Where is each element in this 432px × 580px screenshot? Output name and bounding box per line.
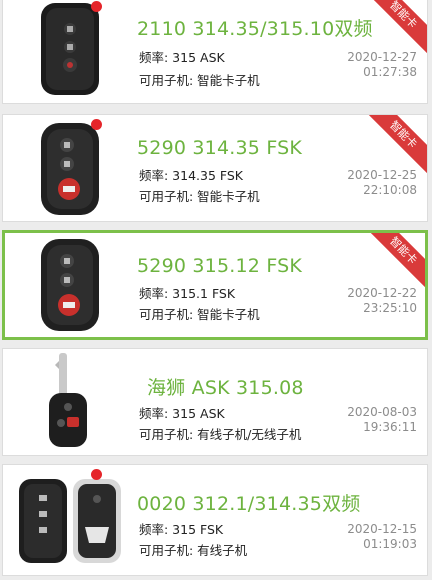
item-time: 19:36:11 xyxy=(363,420,417,434)
item-time: 22:10:08 xyxy=(363,183,417,197)
key-card-4[interactable]: 海狮 ASK 315.08 频率: 315 ASK 可用子机: 有线子机/无线子… xyxy=(2,348,428,456)
item-date: 2020-12-22 xyxy=(347,286,417,300)
compatible-remote-text: 可用子机: 有线子机 xyxy=(139,543,248,558)
key-card-1[interactable]: 2110 314.35/315.10双频 频率: 315 ASK 可用子机: 智… xyxy=(2,0,428,104)
compatible-remote-text: 可用子机: 智能卡子机 xyxy=(139,189,260,204)
frequency-text: 频率: 315 ASK xyxy=(139,50,225,65)
item-time: 23:25:10 xyxy=(363,301,417,315)
key-image xyxy=(17,237,123,333)
item-time: 01:27:38 xyxy=(363,65,417,79)
status-dot xyxy=(91,119,102,130)
key-image xyxy=(17,353,123,449)
item-date: 2020-12-15 xyxy=(347,522,417,536)
item-date: 2020-12-25 xyxy=(347,168,417,182)
key-card-5[interactable]: 0020 312.1/314.35双频 频率: 315 FSK 可用子机: 有线… xyxy=(2,464,428,576)
status-dot xyxy=(91,469,102,480)
item-title: 5290 314.35 FSK xyxy=(137,137,303,159)
key-card-2[interactable]: 5290 314.35 FSK 频率: 314.35 FSK 可用子机: 智能卡… xyxy=(2,114,428,222)
status-dot xyxy=(91,1,102,12)
key-image xyxy=(17,1,123,97)
item-title: 海狮 ASK 315.08 xyxy=(147,377,304,399)
key-card-3[interactable]: 5290 315.12 FSK 频率: 315.1 FSK 可用子机: 智能卡子… xyxy=(2,230,428,340)
frequency-text: 频率: 314.35 FSK xyxy=(139,168,243,183)
compatible-remote-text: 可用子机: 智能卡子机 xyxy=(139,307,260,322)
item-time: 01:19:03 xyxy=(363,537,417,551)
compatible-remote-text: 可用子机: 有线子机/无线子机 xyxy=(139,427,302,442)
item-title: 5290 315.12 FSK xyxy=(137,255,303,277)
key-image xyxy=(17,121,123,217)
item-date: 2020-12-27 xyxy=(347,50,417,64)
item-title: 2110 314.35/315.10双频 xyxy=(137,18,373,40)
frequency-text: 频率: 315.1 FSK xyxy=(139,286,236,301)
frequency-text: 频率: 315 FSK xyxy=(139,522,224,537)
key-image xyxy=(11,471,131,567)
smart-card-badge: 智能卡 xyxy=(361,115,427,177)
frequency-text: 频率: 315 ASK xyxy=(139,406,225,421)
smart-card-badge: 智能卡 xyxy=(361,233,425,293)
item-title: 0020 312.1/314.35双频 xyxy=(137,493,361,515)
compatible-remote-text: 可用子机: 智能卡子机 xyxy=(139,73,260,88)
item-date: 2020-08-03 xyxy=(347,405,417,419)
